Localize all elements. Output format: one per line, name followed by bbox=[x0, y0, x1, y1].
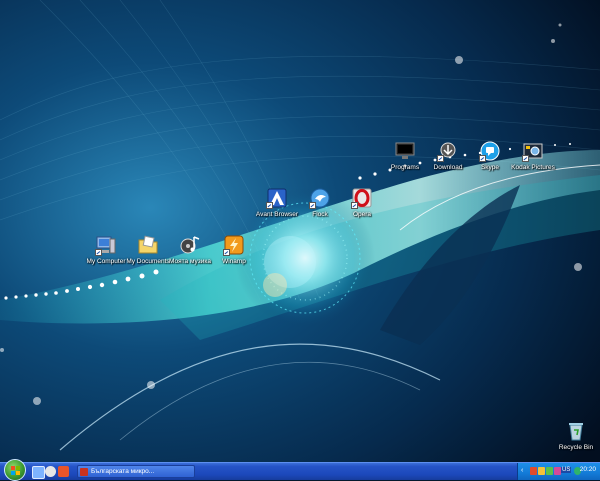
shortcut-arrow-icon bbox=[351, 202, 358, 209]
winamp-icon bbox=[223, 234, 245, 256]
windows-start-orb-icon[interactable] bbox=[4, 459, 26, 481]
shortcut-arrow-icon bbox=[479, 155, 486, 162]
flock-icon bbox=[309, 187, 331, 209]
tray-app-icon[interactable] bbox=[546, 467, 553, 475]
windows-flag-icon bbox=[11, 466, 20, 475]
taskbar: Българската микро... ‹ US 20:20 bbox=[0, 459, 600, 481]
clock[interactable]: 20:20 bbox=[580, 466, 596, 473]
taskbar-window-button[interactable]: Българската микро... bbox=[77, 465, 195, 478]
skype-icon bbox=[479, 140, 501, 162]
media-player-icon[interactable] bbox=[45, 466, 56, 477]
download-icon bbox=[437, 140, 459, 162]
desktop-icon-winamp[interactable]: Winamp bbox=[202, 234, 266, 266]
system-tray: ‹ US 20:20 bbox=[517, 463, 600, 480]
programs-monitor-icon bbox=[394, 140, 416, 162]
recycle-bin-icon bbox=[565, 420, 587, 442]
avant-browser-icon bbox=[266, 187, 288, 209]
language-indicator[interactable]: US bbox=[561, 467, 572, 473]
computer-icon bbox=[95, 234, 117, 256]
show-desktop-icon[interactable] bbox=[32, 466, 45, 479]
shortcut-arrow-icon bbox=[437, 155, 444, 162]
desktop-icon-recycle-bin[interactable]: Recycle Bin bbox=[544, 420, 600, 452]
tray-app-icon[interactable] bbox=[554, 467, 561, 475]
desktop-icon-label: Winamp bbox=[222, 258, 246, 265]
music-folder-icon bbox=[179, 234, 201, 256]
shortcut-arrow-icon bbox=[223, 249, 230, 256]
shortcut-arrow-icon bbox=[95, 249, 102, 256]
desktop-icon-label: Recycle Bin bbox=[558, 444, 594, 451]
shortcut-arrow-icon bbox=[522, 155, 529, 162]
taskbar-window-title: Българската микро... bbox=[91, 468, 155, 475]
tray-app-icon[interactable] bbox=[538, 467, 545, 475]
shortcut-arrow-icon bbox=[309, 202, 316, 209]
desktop-wallpaper bbox=[0, 0, 600, 462]
shortcut-arrow-icon bbox=[266, 202, 273, 209]
tray-app-icon[interactable] bbox=[530, 467, 537, 475]
desktop-icon-label: Kodak Pictures bbox=[511, 164, 555, 171]
documents-folder-icon bbox=[137, 234, 159, 256]
desktop-icon-label: Opera bbox=[352, 211, 372, 218]
browser-icon[interactable] bbox=[58, 466, 69, 477]
desktop-icon-opera[interactable]: Opera bbox=[330, 187, 394, 219]
opera-icon bbox=[351, 187, 373, 209]
desktop-icon-kodak-pictures[interactable]: Kodak Pictures bbox=[501, 140, 565, 172]
tray-arrow-icon[interactable]: ‹ bbox=[521, 467, 528, 475]
kodak-pictures-icon bbox=[522, 140, 544, 162]
window-app-icon bbox=[80, 468, 88, 476]
